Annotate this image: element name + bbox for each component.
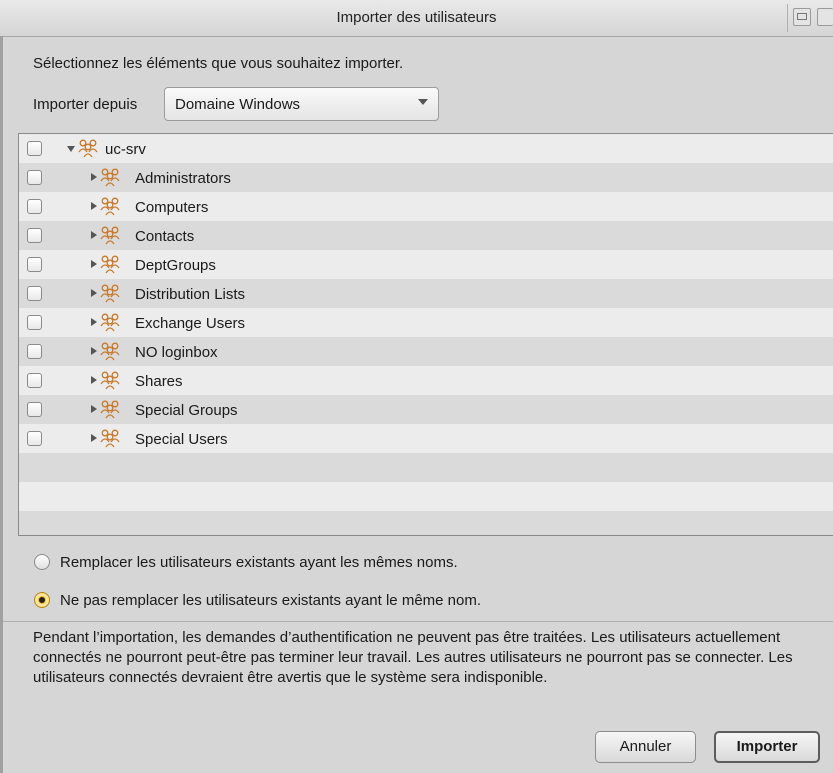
option-replace-existing-label: Remplacer les utilisateurs existants aya… [60, 554, 458, 571]
title-bar-separator [787, 4, 788, 32]
row-checkbox[interactable] [27, 286, 42, 301]
expand-right-icon[interactable] [91, 318, 97, 326]
tree-row-label: DeptGroups [135, 257, 216, 274]
tree-row[interactable]: Administrators [19, 163, 833, 192]
expand-right-icon[interactable] [91, 231, 97, 239]
title-bar: Importer des utilisateurs [0, 0, 833, 37]
window-minimize-button[interactable] [793, 8, 811, 26]
group-icon [100, 168, 120, 187]
group-icon [78, 139, 98, 158]
row-checkbox[interactable] [27, 344, 42, 359]
group-icon [100, 226, 120, 245]
window-left-edge [0, 36, 3, 773]
group-icon [100, 313, 120, 332]
cancel-button[interactable]: Annuler [595, 731, 696, 763]
tree-row[interactable]: DeptGroups [19, 250, 833, 279]
expand-right-icon[interactable] [91, 202, 97, 210]
group-icon [100, 284, 120, 303]
expand-right-icon[interactable] [91, 289, 97, 297]
import-source-value: Domaine Windows [175, 96, 301, 113]
tree-row[interactable]: Contacts [19, 221, 833, 250]
instruction-text: Sélectionnez les éléments que vous souha… [33, 55, 404, 72]
import-button[interactable]: Importer [714, 731, 820, 763]
tree-row[interactable]: Distribution Lists [19, 279, 833, 308]
row-checkbox[interactable] [27, 257, 42, 272]
row-checkbox[interactable] [27, 170, 42, 185]
tree-root-row[interactable]: uc-srv [19, 134, 833, 163]
window-title: Importer des utilisateurs [336, 9, 497, 26]
tree-row[interactable]: NO loginbox [19, 337, 833, 366]
row-checkbox[interactable] [27, 402, 42, 417]
tree-row-label: Administrators [135, 170, 231, 187]
warning-text: Pendant l’importation, les demandes d’au… [33, 629, 793, 686]
expand-right-icon[interactable] [91, 434, 97, 442]
tree-empty-row [19, 453, 833, 482]
tree-row-label: Special Users [135, 431, 228, 448]
option-keep-existing-label: Ne pas remplacer les utilisateurs exista… [60, 592, 482, 609]
row-checkbox[interactable] [27, 141, 42, 156]
radio-selected-dot [39, 597, 45, 603]
tree-root-label: uc-srv [105, 141, 146, 158]
group-icon [100, 400, 120, 419]
tree-empty-row [19, 511, 833, 535]
expand-right-icon[interactable] [91, 173, 97, 181]
tree-row[interactable]: Special Groups [19, 395, 833, 424]
radio-replace-existing[interactable] [34, 554, 50, 570]
tree-row[interactable]: Computers [19, 192, 833, 221]
tree-row-label: Computers [135, 199, 209, 216]
group-icon [100, 371, 120, 390]
tree-row-label: Exchange Users [135, 315, 246, 332]
group-icon [100, 255, 120, 274]
expand-right-icon[interactable] [91, 260, 97, 268]
tree-row-label: Distribution Lists [135, 286, 246, 303]
tree-row-label: Contacts [135, 228, 195, 245]
tree-row-label: Shares [135, 373, 183, 390]
window-close-button[interactable] [817, 8, 833, 26]
directory-tree[interactable]: uc-srv Administrators Computers Contacts Dep… [18, 133, 833, 536]
group-icon [100, 429, 120, 448]
tree-row-label: Special Groups [135, 402, 238, 419]
import-from-label: Importer depuis [33, 96, 138, 113]
tree-row[interactable]: Exchange Users [19, 308, 833, 337]
row-checkbox[interactable] [27, 315, 42, 330]
tree-row-label: NO loginbox [135, 344, 218, 361]
tree-empty-row [19, 482, 833, 511]
import-source-select[interactable]: Domaine Windows [164, 87, 439, 121]
row-checkbox[interactable] [27, 199, 42, 214]
tree-row[interactable]: Special Users [19, 424, 833, 453]
expand-right-icon[interactable] [91, 405, 97, 413]
window-minimize-icon [797, 13, 807, 20]
expand-down-icon[interactable] [67, 146, 75, 152]
row-checkbox[interactable] [27, 431, 42, 446]
tree-row[interactable]: Shares [19, 366, 833, 395]
row-checkbox[interactable] [27, 373, 42, 388]
section-divider [3, 621, 833, 622]
row-checkbox[interactable] [27, 228, 42, 243]
radio-keep-existing[interactable] [34, 592, 50, 608]
expand-right-icon[interactable] [91, 376, 97, 384]
group-icon [100, 197, 120, 216]
chevron-down-icon [418, 99, 428, 105]
group-icon [100, 342, 120, 361]
expand-right-icon[interactable] [91, 347, 97, 355]
